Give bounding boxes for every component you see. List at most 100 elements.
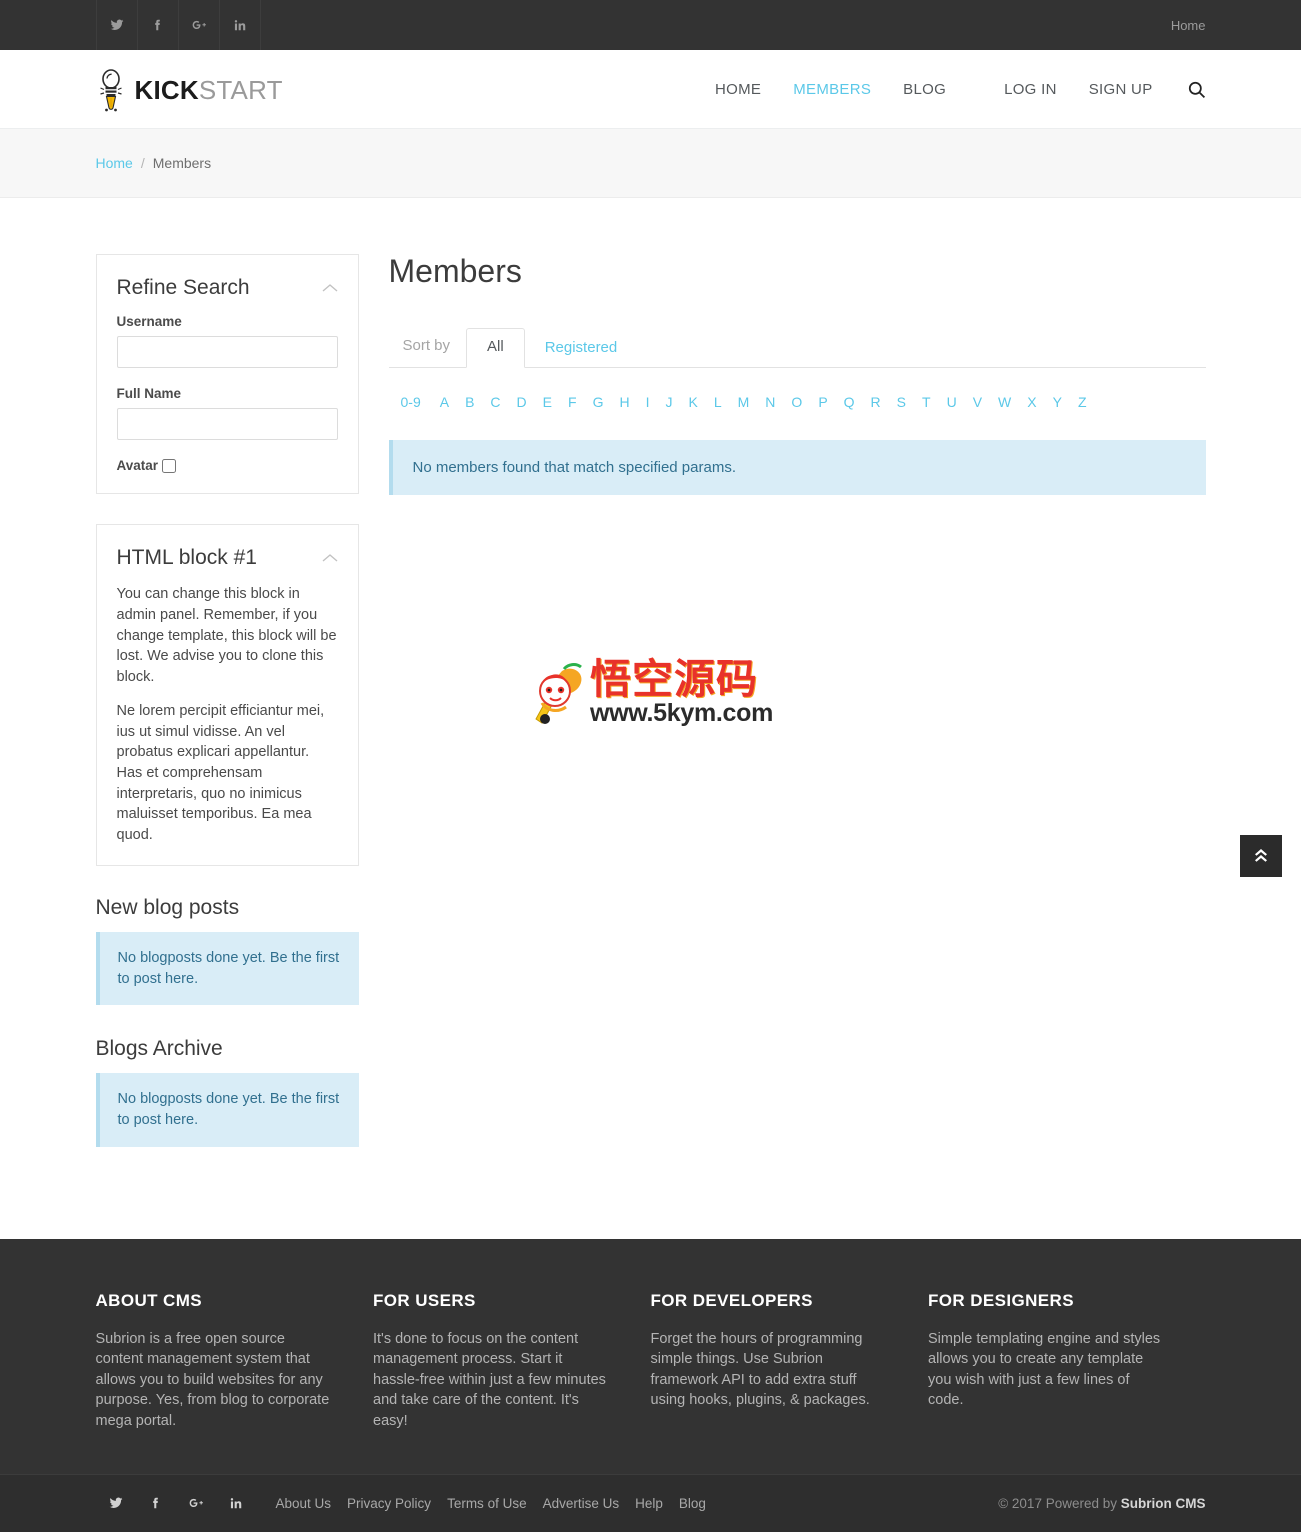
alpha-filter-i[interactable]: I xyxy=(646,394,650,410)
tab-registered[interactable]: Registered xyxy=(525,330,638,368)
no-members-message: No members found that match specified pa… xyxy=(388,440,1206,496)
alpha-filter-h[interactable]: H xyxy=(619,394,629,410)
copyright-brand[interactable]: Subrion CMS xyxy=(1121,1496,1206,1511)
alpha-filter-v[interactable]: V xyxy=(973,394,982,410)
alpha-filter-a[interactable]: A xyxy=(440,394,449,410)
nav-item-blog[interactable]: BLOG xyxy=(903,81,946,98)
footer-column-for-developers: FOR DEVELOPERS Forget the hours of progr… xyxy=(651,1291,929,1432)
alpha-filter-d[interactable]: D xyxy=(517,394,527,410)
nav-item-signup[interactable]: SIGN UP xyxy=(1089,81,1153,98)
search-icon[interactable] xyxy=(1187,80,1206,99)
logo-link[interactable]: KICKSTART xyxy=(96,67,283,113)
page-root: Home KICKSTART HOME MEMBERS BLOG LOG IN … xyxy=(0,0,1301,1532)
alpha-filter-0-9[interactable]: 0-9 xyxy=(401,394,421,410)
linkedin-icon[interactable] xyxy=(216,1496,256,1510)
footer-link-privacy-policy[interactable]: Privacy Policy xyxy=(347,1496,431,1511)
breadcrumb-separator: / xyxy=(140,155,145,171)
site-header: KICKSTART HOME MEMBERS BLOG LOG IN SIGN … xyxy=(0,50,1301,129)
copyright-prefix: © 2017 Powered by xyxy=(998,1495,1121,1511)
alpha-filter-j[interactable]: J xyxy=(665,394,672,410)
breadcrumb-home-link[interactable]: Home xyxy=(96,155,133,171)
blogs-archive-widget: Blogs Archive No blogposts done yet. Be … xyxy=(95,1037,359,1147)
alpha-filter-y[interactable]: Y xyxy=(1053,394,1062,410)
footer-column-title: ABOUT CMS xyxy=(95,1290,203,1310)
html-block-panel: HTML block #1 You can change this block … xyxy=(95,524,359,867)
twitter-icon[interactable] xyxy=(95,0,138,50)
footer-link-blog[interactable]: Blog xyxy=(679,1496,706,1511)
google-plus-icon[interactable] xyxy=(176,1496,216,1510)
sort-by-label: Sort by xyxy=(402,337,451,355)
footer-column-title: FOR USERS xyxy=(373,1290,476,1310)
html-block-header: HTML block #1 xyxy=(117,545,338,570)
alpha-filter-r[interactable]: R xyxy=(871,394,881,410)
refine-search-panel: Refine Search Username Full Name Avatar xyxy=(95,254,359,495)
footer-column-text: Simple templating engine and styles allo… xyxy=(928,1330,1161,1409)
new-blog-posts-title: New blog posts xyxy=(95,896,240,920)
alpha-filter-e[interactable]: E xyxy=(543,394,552,410)
alpha-filter-t[interactable]: T xyxy=(922,394,931,410)
avatar-checkbox[interactable] xyxy=(162,458,177,473)
chevron-up-icon[interactable] xyxy=(322,283,338,293)
footer-link-advertise-us[interactable]: Advertise Us xyxy=(543,1496,620,1511)
alpha-filter-l[interactable]: L xyxy=(714,394,722,410)
footer-column-text: Forget the hours of programming simple t… xyxy=(650,1330,870,1409)
alpha-filter-g[interactable]: G xyxy=(593,394,604,410)
top-bar: Home xyxy=(0,0,1301,50)
fullname-label: Full Name xyxy=(116,386,182,402)
alpha-filter-x[interactable]: X xyxy=(1027,394,1036,410)
logo-text-bold: KICK xyxy=(134,74,199,105)
footer-links: About Us Privacy Policy Terms of Use Adv… xyxy=(276,1496,722,1511)
alpha-filter-q[interactable]: Q xyxy=(844,394,855,410)
breadcrumb-current: Members xyxy=(152,155,212,171)
chevron-up-icon[interactable] xyxy=(322,553,338,563)
topbar-home-link[interactable]: Home xyxy=(1171,18,1206,33)
nav-item-members[interactable]: MEMBERS xyxy=(793,81,871,98)
facebook-icon[interactable] xyxy=(136,1496,176,1510)
facebook-icon[interactable] xyxy=(136,0,179,50)
fullname-input[interactable] xyxy=(116,408,338,441)
copyright: © 2017 Powered by Subrion CMS xyxy=(998,1496,1205,1511)
username-label: Username xyxy=(116,314,182,330)
page-title: Members xyxy=(388,253,522,289)
alpha-filter-k[interactable]: K xyxy=(688,394,697,410)
google-plus-icon[interactable] xyxy=(177,0,220,50)
linkedin-icon[interactable] xyxy=(218,0,261,50)
footer-link-help[interactable]: Help xyxy=(635,1496,663,1511)
topbar-social-list xyxy=(95,0,261,50)
members-content: Members Sort by All Registered 0-9 A B C… xyxy=(359,253,1206,496)
footer-column-about-cms: ABOUT CMS Subrion is a free open source … xyxy=(96,1291,374,1432)
lightbulb-rocket-icon xyxy=(96,67,126,113)
tab-all[interactable]: All xyxy=(466,328,525,369)
alpha-filter-p[interactable]: P xyxy=(818,394,827,410)
alpha-filter-u[interactable]: U xyxy=(947,394,957,410)
alpha-filter-o[interactable]: O xyxy=(791,394,802,410)
logo-text: KICKSTART xyxy=(135,77,283,103)
username-input[interactable] xyxy=(116,336,338,369)
alpha-filter-b[interactable]: B xyxy=(465,394,474,410)
topbar-right: Home xyxy=(1171,0,1206,50)
alpha-filter-w[interactable]: W xyxy=(998,394,1011,410)
nav-item-login[interactable]: LOG IN xyxy=(1004,81,1057,98)
sidebar: Refine Search Username Full Name Avatar xyxy=(95,254,359,1179)
alpha-filter-f[interactable]: F xyxy=(568,394,577,410)
footer-column-title: FOR DESIGNERS xyxy=(928,1290,1074,1310)
footer-column-text: It's done to focus on the content manage… xyxy=(373,1330,606,1429)
alpha-filter-m[interactable]: M xyxy=(738,394,750,410)
nav-item-home[interactable]: HOME xyxy=(715,81,761,98)
twitter-icon[interactable] xyxy=(96,1496,136,1510)
alpha-filter-c[interactable]: C xyxy=(490,394,500,410)
footer-column-text: Subrion is a free open source content ma… xyxy=(95,1330,330,1429)
alphabet-filter: 0-9 A B C D E F G H I J K L M N O P Q R … xyxy=(389,394,1206,410)
blogs-archive-empty-message: No blogposts done yet. Be the first to p… xyxy=(95,1073,359,1147)
alpha-filter-s[interactable]: S xyxy=(897,394,906,410)
scroll-to-top-button[interactable] xyxy=(1240,835,1282,877)
alpha-filter-z[interactable]: Z xyxy=(1078,394,1087,410)
site-footer: ABOUT CMS Subrion is a free open source … xyxy=(0,1238,1301,1474)
double-chevron-up-icon xyxy=(1252,846,1270,867)
avatar-filter-row: Avatar xyxy=(117,458,338,473)
footer-link-terms-of-use[interactable]: Terms of Use xyxy=(447,1496,527,1511)
breadcrumb-bar: Home / Members xyxy=(0,129,1301,198)
main-content-area: Refine Search Username Full Name Avatar xyxy=(0,198,1301,1239)
alpha-filter-n[interactable]: N xyxy=(765,394,775,410)
footer-link-about-us[interactable]: About Us xyxy=(276,1496,332,1511)
